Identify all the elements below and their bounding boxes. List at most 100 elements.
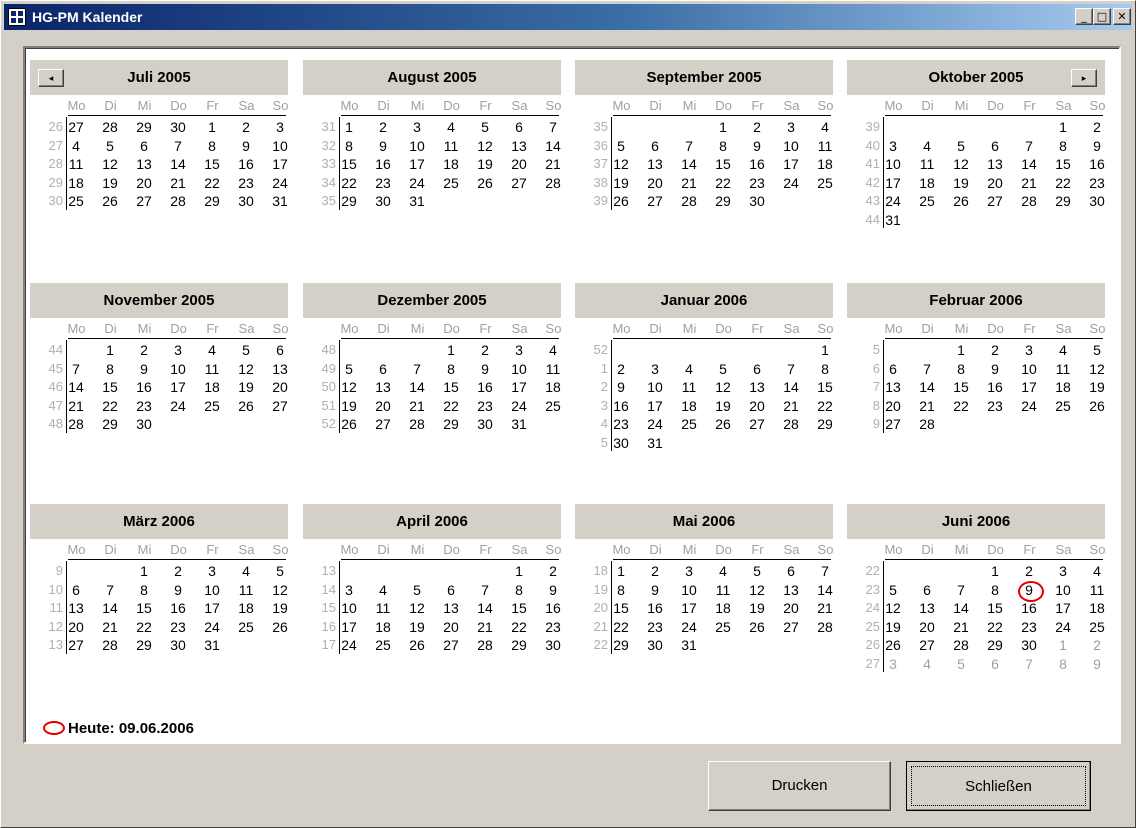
day-cell[interactable]: 11 [676,378,702,396]
day-cell[interactable]: 1 [948,341,974,359]
day-cell[interactable]: 4 [540,341,566,359]
day-cell[interactable]: 21 [97,618,123,636]
day-cell[interactable]: 3 [880,137,906,155]
day-cell[interactable]: 3 [404,118,430,136]
day-cell[interactable]: 16 [233,155,259,173]
day-cell[interactable]: 6 [63,581,89,599]
day-cell[interactable]: 19 [880,618,906,636]
day-cell[interactable]: 9 [540,581,566,599]
day-cell[interactable]: 2 [540,562,566,580]
day-cell[interactable]: 24 [642,415,668,433]
day-cell[interactable]: 24 [1016,397,1042,415]
day-cell[interactable]: 17 [1016,378,1042,396]
day-cell[interactable]: 25 [438,174,464,192]
day-cell[interactable]: 20 [131,174,157,192]
day-cell[interactable]: 14 [812,581,838,599]
day-cell[interactable]: 30 [744,192,770,210]
day-cell[interactable]: 2 [370,118,396,136]
day-cell[interactable]: 6 [642,137,668,155]
day-cell[interactable]: 18 [676,397,702,415]
day-cell[interactable]: 23 [1084,174,1110,192]
day-cell[interactable]: 27 [982,192,1008,210]
day-cell[interactable]: 5 [1084,341,1110,359]
day-cell[interactable]: 18 [1084,599,1110,617]
day-cell[interactable]: 16 [165,599,191,617]
day-cell[interactable]: 24 [506,397,532,415]
day-cell[interactable]: 29 [97,415,123,433]
day-cell[interactable]: 11 [710,581,736,599]
day-cell[interactable]: 27 [438,636,464,654]
day-cell[interactable]: 11 [199,360,225,378]
day-cell[interactable]: 22 [336,174,362,192]
day-cell[interactable]: 26 [1084,397,1110,415]
previous-month-button[interactable]: ◂ [38,69,64,87]
day-cell[interactable]: 2 [744,118,770,136]
day-cell[interactable]: 13 [63,599,89,617]
day-cell[interactable]: 8 [438,360,464,378]
day-cell[interactable]: 6 [880,360,906,378]
day-cell[interactable]: 14 [1016,155,1042,173]
day-cell[interactable]: 4 [914,137,940,155]
day-cell[interactable]: 21 [540,155,566,173]
day-cell[interactable]: 15 [97,378,123,396]
day-cell[interactable]: 1 [1050,636,1076,654]
day-cell[interactable]: 28 [914,415,940,433]
day-cell[interactable]: 3 [1016,341,1042,359]
day-cell[interactable]: 20 [880,397,906,415]
day-cell[interactable]: 9 [472,360,498,378]
day-cell[interactable]: 27 [131,192,157,210]
day-cell[interactable]: 6 [506,118,532,136]
day-cell[interactable]: 1 [199,118,225,136]
day-cell[interactable]: 3 [506,341,532,359]
day-cell[interactable]: 26 [472,174,498,192]
day-cell[interactable]: 6 [744,360,770,378]
day-cell[interactable]: 19 [267,599,293,617]
day-cell[interactable]: 7 [472,581,498,599]
day-cell[interactable]: 20 [506,155,532,173]
day-cell[interactable]: 18 [63,174,89,192]
day-cell[interactable]: 10 [1016,360,1042,378]
day-cell[interactable]: 30 [540,636,566,654]
day-cell[interactable]: 19 [948,174,974,192]
day-cell[interactable]: 11 [370,599,396,617]
day-cell[interactable]: 20 [982,174,1008,192]
day-cell[interactable]: 1 [131,562,157,580]
day-cell[interactable]: 16 [472,378,498,396]
day-cell[interactable]: 23 [165,618,191,636]
minimize-button[interactable]: _ [1075,8,1093,25]
print-button[interactable]: Drucken [708,761,891,811]
today-day-cell[interactable]: 9 [1016,580,1044,602]
day-cell[interactable]: 22 [948,397,974,415]
day-cell[interactable]: 30 [165,118,191,136]
day-cell[interactable]: 28 [778,415,804,433]
day-cell[interactable]: 11 [438,137,464,155]
day-cell[interactable]: 23 [131,397,157,415]
day-cell[interactable]: 23 [982,397,1008,415]
day-cell[interactable]: 17 [778,155,804,173]
day-cell[interactable]: 5 [472,118,498,136]
title-bar[interactable]: HG-PM Kalender _ □ ✕ [4,4,1132,30]
day-cell[interactable]: 26 [267,618,293,636]
day-cell[interactable]: 14 [914,378,940,396]
day-cell[interactable]: 3 [880,655,906,673]
day-cell[interactable]: 14 [676,155,702,173]
day-cell[interactable]: 14 [404,378,430,396]
day-cell[interactable]: 29 [199,192,225,210]
maximize-button[interactable]: □ [1093,8,1111,25]
day-cell[interactable]: 28 [63,415,89,433]
day-cell[interactable]: 31 [199,636,225,654]
day-cell[interactable]: 13 [982,155,1008,173]
day-cell[interactable]: 17 [165,378,191,396]
day-cell[interactable]: 14 [540,137,566,155]
day-cell[interactable]: 22 [812,397,838,415]
day-cell[interactable]: 18 [438,155,464,173]
day-cell[interactable]: 2 [131,341,157,359]
day-cell[interactable]: 3 [676,562,702,580]
day-cell[interactable]: 25 [540,397,566,415]
day-cell[interactable]: 11 [63,155,89,173]
day-cell[interactable]: 24 [267,174,293,192]
close-window-button[interactable]: ✕ [1113,8,1131,25]
day-cell[interactable]: 19 [608,174,634,192]
day-cell[interactable]: 17 [336,618,362,636]
day-cell[interactable]: 13 [438,599,464,617]
